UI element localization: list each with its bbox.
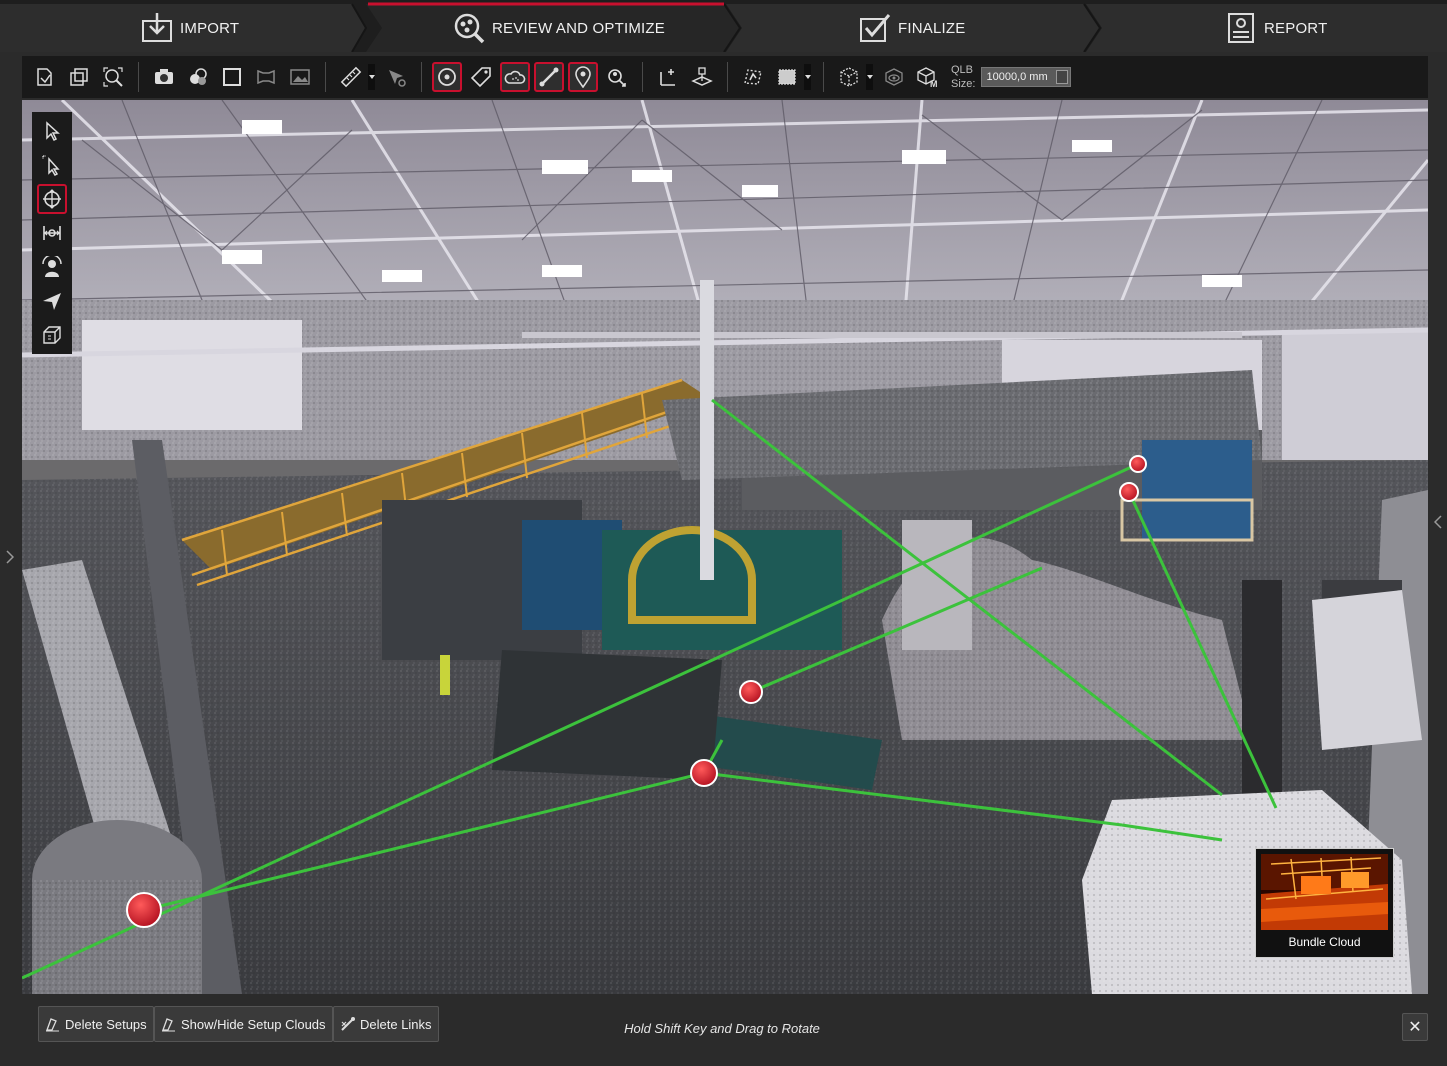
tab-report-label: REPORT [1264, 19, 1328, 37]
open-project-icon[interactable] [30, 62, 60, 92]
bundle-cloud-thumbnail[interactable]: Bundle Cloud [1255, 848, 1394, 958]
close-button[interactable]: ✕ [1402, 1013, 1428, 1041]
visibility-cube-icon[interactable] [879, 62, 909, 92]
tab-review-and-optimize[interactable]: REVIEW AND OPTIMIZE [452, 8, 665, 48]
fly-icon[interactable] [37, 286, 67, 316]
setup-marker[interactable] [1119, 482, 1139, 502]
toolbar-separator [642, 62, 643, 92]
cube-view-dropdown[interactable] [866, 64, 873, 90]
setup-marker[interactable] [126, 892, 162, 928]
finalize-checkbox-icon [860, 14, 891, 42]
square-view-icon[interactable] [217, 62, 247, 92]
link-icon[interactable] [534, 62, 564, 92]
svg-text:M: M [930, 79, 938, 88]
toolbar-separator [138, 62, 139, 92]
left-panel-expand-handle[interactable] [4, 540, 16, 574]
eraser-icon [162, 1018, 175, 1032]
bundle-cloud-preview [1261, 854, 1388, 930]
cloud-fence-icon[interactable] [738, 62, 768, 92]
delete-links-label: Delete Links [360, 1016, 432, 1032]
coordinate-axes-icon[interactable] [653, 62, 683, 92]
rotate-hint-text: Hold Shift Key and Drag to Rotate [624, 1021, 820, 1036]
bundle-cloud-label: Bundle Cloud [1288, 935, 1361, 949]
navigation-tools-panel [32, 112, 72, 354]
show-hide-setup-clouds-button[interactable]: Show/Hide Setup Clouds [154, 1006, 333, 1042]
toolbar-separator [421, 62, 422, 92]
report-document-icon [1228, 13, 1254, 43]
import-icon [142, 13, 172, 42]
chevron-right-icon [6, 550, 14, 564]
delete-setups-label: Delete Setups [65, 1016, 147, 1032]
tab-import[interactable]: IMPORT [140, 8, 239, 48]
delete-link-icon [341, 1017, 355, 1031]
zoom-extents-icon[interactable] [98, 62, 128, 92]
qlb-size-value: 10000,0 mm [986, 71, 1048, 83]
toolbar-separator [727, 62, 728, 92]
qlb-label-line2: Size: [951, 78, 976, 90]
orbit-icon[interactable] [37, 184, 67, 214]
point-cloud-viewport[interactable] [22, 100, 1428, 994]
measure-point-icon[interactable] [381, 62, 411, 92]
eraser-icon [46, 1018, 59, 1032]
qlb-label-line1: QLB [951, 64, 974, 76]
setup-marker[interactable] [1129, 455, 1147, 473]
tab-finalize-label: FINALIZE [898, 19, 966, 37]
toolbar-separator [823, 62, 824, 92]
color-spheres-icon[interactable] [183, 62, 213, 92]
review-optimize-icon [454, 13, 485, 44]
location-pin-icon[interactable] [568, 62, 598, 92]
walk-icon[interactable] [37, 252, 67, 282]
qlb-size-label: QLB Size: [951, 63, 975, 91]
cube-icon[interactable] [37, 320, 67, 350]
model-cube-icon[interactable]: M [913, 62, 943, 92]
setup-target-icon[interactable] [432, 62, 462, 92]
chevron-left-icon [1434, 515, 1442, 529]
workflow-bar: IMPORT REVIEW AND OPTIMIZE FINALIZE REPO… [0, 0, 1447, 52]
fit-view-icon[interactable] [64, 62, 94, 92]
selection-dropdown[interactable] [804, 64, 811, 90]
delete-setups-button[interactable]: Delete Setups [38, 1006, 154, 1042]
qlb-size-spinner[interactable] [1056, 70, 1069, 84]
right-panel-expand-handle[interactable] [1432, 505, 1444, 539]
tab-report[interactable]: REPORT [1224, 8, 1327, 48]
pan-icon[interactable] [37, 218, 67, 248]
measure-ruler-icon[interactable] [336, 62, 366, 92]
cube-view-icon[interactable] [834, 62, 864, 92]
main-toolbar: M QLB Size: 10000,0 mm [22, 56, 1428, 98]
cloud-icon[interactable] [500, 62, 530, 92]
camera-icon[interactable] [149, 62, 179, 92]
panorama-view-icon[interactable] [251, 62, 281, 92]
measure-dropdown[interactable] [368, 64, 375, 90]
tag-icon[interactable] [466, 62, 496, 92]
point-cloud-scene [22, 100, 1428, 994]
bottom-action-bar: Delete Setups Show/Hide Setup Clouds Del… [22, 996, 1428, 1062]
setup-marker[interactable] [690, 759, 718, 787]
multi-select-icon[interactable] [37, 150, 67, 180]
select-arrow-icon[interactable] [37, 116, 67, 146]
image-view-icon[interactable] [285, 62, 315, 92]
selection-box-icon[interactable] [772, 62, 802, 92]
level-plane-icon[interactable] [687, 62, 717, 92]
tab-import-label: IMPORT [180, 19, 240, 37]
tab-review-and-optimize-label: REVIEW AND OPTIMIZE [492, 19, 665, 37]
auto-register-icon[interactable] [602, 62, 632, 92]
delete-links-button[interactable]: Delete Links [333, 1006, 439, 1042]
setup-marker[interactable] [739, 680, 763, 704]
toolbar-separator [325, 62, 326, 92]
tab-finalize[interactable]: FINALIZE [858, 8, 965, 48]
show-hide-setup-clouds-label: Show/Hide Setup Clouds [181, 1016, 326, 1032]
qlb-size-input[interactable]: 10000,0 mm [981, 67, 1072, 87]
